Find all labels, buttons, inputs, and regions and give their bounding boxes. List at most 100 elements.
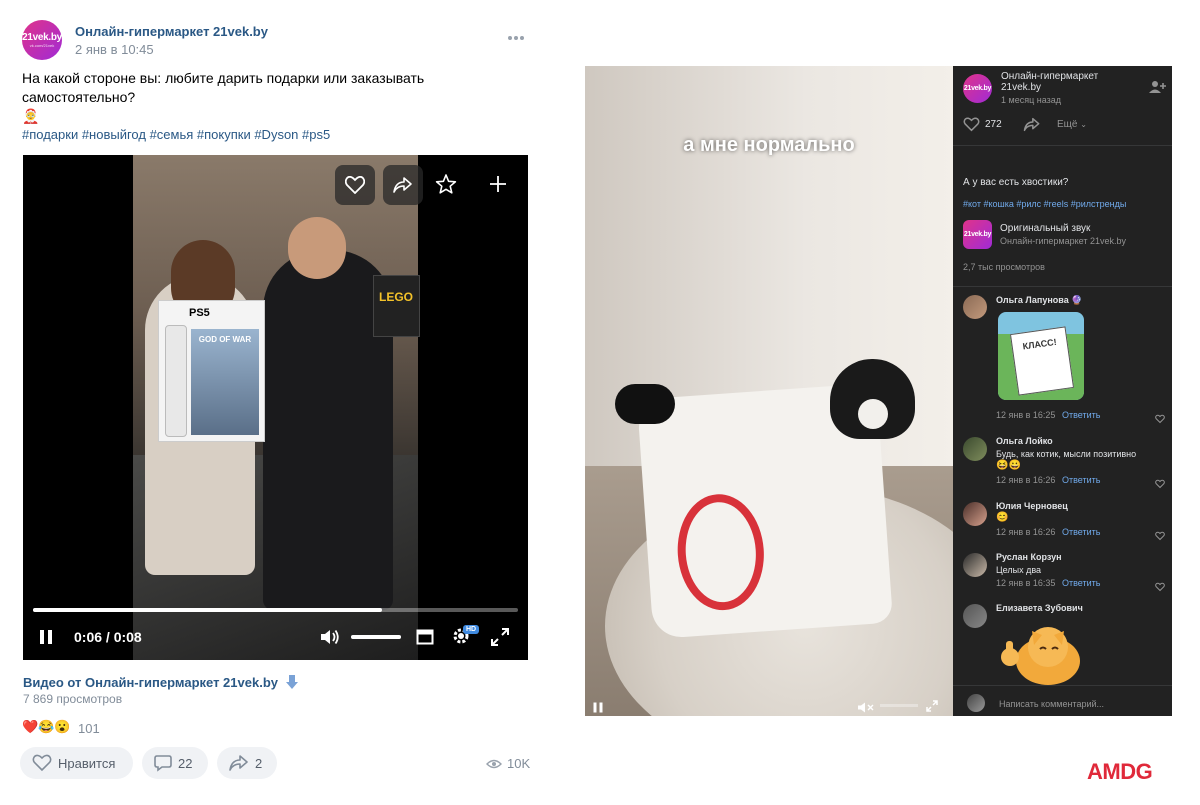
add-icon[interactable] xyxy=(487,173,511,197)
bag-logo xyxy=(673,491,768,614)
eye-icon xyxy=(486,759,502,768)
video-progress-fill xyxy=(33,608,383,612)
comment-author[interactable]: Елизавета Зубович xyxy=(996,603,1083,613)
sticker-klass: КЛАСС! xyxy=(998,312,1084,400)
video-views: 7 869 просмотров xyxy=(23,692,123,706)
post-date[interactable]: 2 янв в 10:45 xyxy=(75,42,154,57)
video-player[interactable]: PS5 GOD OF WAR LEGO 0:06 / 0:08 HD xyxy=(23,155,528,660)
like-button[interactable]: Нравится xyxy=(20,747,133,779)
post-author[interactable]: Онлайн-гипермаркет 21vek.by xyxy=(75,24,268,39)
reply-link[interactable]: Ответить xyxy=(1062,475,1100,485)
comments-count: 22 xyxy=(178,755,193,771)
ps5-box-brand: PS5 xyxy=(189,307,210,319)
heart-icon[interactable] xyxy=(1155,528,1165,546)
comment-button[interactable]: 22 xyxy=(142,747,208,779)
sound-author[interactable]: Онлайн-гипермаркет 21vek.by xyxy=(1000,236,1126,246)
video-progress-track[interactable] xyxy=(33,608,518,612)
comment-date: 12 янв в 16:35 xyxy=(996,578,1056,588)
post-text: На какой стороне вы: любите дарить подар… xyxy=(22,69,532,126)
reel-tags[interactable]: #кот #кошка #рилс #reels #рилстренды xyxy=(963,199,1126,209)
shares-count: 2 xyxy=(255,755,263,771)
avatar[interactable] xyxy=(963,553,987,577)
post-tags[interactable]: #подарки #новыйгод #семья #покупки #Dyso… xyxy=(22,127,330,142)
miniplayer-icon[interactable] xyxy=(416,628,434,651)
chevron-down-icon: ⌄ xyxy=(1080,120,1087,129)
reactions-count[interactable]: 101 xyxy=(78,721,100,736)
reel-author[interactable]: Онлайн-гипермаркет 21vek.by xyxy=(1001,71,1111,93)
reply-link[interactable]: Ответить xyxy=(1062,527,1100,537)
comment-author[interactable]: Юлия Черновец xyxy=(996,501,1068,511)
reel-volume-slider[interactable] xyxy=(880,704,918,707)
sound-title[interactable]: Оригинальный звук xyxy=(1000,223,1090,234)
heart-icon[interactable] xyxy=(1155,476,1165,494)
reel-like-button[interactable]: 272 xyxy=(963,117,1002,132)
avatar[interactable] xyxy=(963,437,987,461)
star-icon[interactable] xyxy=(435,173,459,197)
avatar-sub: vk.com/21vek xyxy=(29,42,55,48)
store-sign-text: LEGO xyxy=(379,290,414,304)
avatar[interactable] xyxy=(963,502,987,526)
reel-video[interactable]: а мне нормально xyxy=(585,66,953,716)
download-arrow-icon[interactable] xyxy=(285,674,299,690)
hd-badge: HD xyxy=(463,625,480,634)
like-video-button[interactable] xyxy=(335,165,375,205)
comment-icon xyxy=(154,755,172,772)
fullscreen-icon[interactable] xyxy=(491,628,509,651)
more-horizontal-icon[interactable] xyxy=(506,30,526,40)
reel-likes: 272 xyxy=(985,119,1002,130)
reel-time-ago: 1 месяц назад xyxy=(1001,95,1061,105)
heart-icon[interactable] xyxy=(1155,579,1165,597)
divider xyxy=(953,145,1172,146)
comment-author[interactable]: Ольга Лапунова 🔮 xyxy=(996,295,1082,306)
comment-date: 12 янв в 16:26 xyxy=(996,527,1056,537)
author-avatar[interactable]: 21vek.by vk.com/21vek xyxy=(22,20,62,60)
reel-sidebar: 21vek.by Онлайн-гипермаркет 21vek.by 1 м… xyxy=(953,66,1172,716)
sound-avatar-brand: 21vek.by xyxy=(963,230,992,238)
reactions-emoji[interactable]: ❤️😂😮 xyxy=(22,719,71,735)
ps5-console xyxy=(165,325,187,437)
avatar[interactable] xyxy=(963,295,987,319)
heart-icon[interactable] xyxy=(1155,411,1165,429)
comment-input[interactable]: Написать комментарий... xyxy=(999,699,1104,709)
reel-caption-overlay: а мне нормально xyxy=(683,134,855,156)
reel-fullscreen-icon[interactable] xyxy=(926,699,938,716)
amdg-logo: AMDG xyxy=(1087,759,1153,784)
ps5-box-art: GOD OF WAR xyxy=(191,329,259,435)
cat-face-white xyxy=(858,399,888,429)
share-button[interactable]: 2 xyxy=(217,747,277,779)
mute-icon[interactable] xyxy=(857,700,875,716)
comment-author[interactable]: Руслан Корзун xyxy=(996,552,1062,562)
heart-icon xyxy=(963,117,980,132)
views-counter: 10K xyxy=(486,756,530,771)
author-badge: 🔮 xyxy=(1071,295,1083,305)
heart-icon xyxy=(32,754,52,772)
avatar[interactable] xyxy=(963,604,987,628)
post-emoji: 🤶 xyxy=(22,108,40,124)
reel-more-button[interactable]: Ещё ⌄ xyxy=(1057,119,1087,130)
sticker-paper: КЛАСС! xyxy=(1009,326,1075,396)
views-short: 10K xyxy=(507,756,531,771)
comment-author[interactable]: Ольга Лойко xyxy=(996,436,1053,446)
video-title[interactable]: Видео от Онлайн-гипермаркет 21vek.by xyxy=(23,674,299,690)
ps5-box-title: GOD OF WAR xyxy=(198,335,252,344)
add-friend-icon[interactable] xyxy=(1149,80,1167,99)
volume-icon[interactable] xyxy=(319,628,341,651)
reel-share-icon[interactable] xyxy=(1023,117,1041,137)
sticker-cat xyxy=(998,621,1086,687)
man-head xyxy=(288,217,346,279)
ps5-box: PS5 GOD OF WAR xyxy=(158,300,265,442)
reply-link[interactable]: Ответить xyxy=(1062,578,1100,588)
reel-more-label: Ещё xyxy=(1057,119,1078,130)
pause-icon[interactable] xyxy=(39,629,53,650)
video-time: 0:06 / 0:08 xyxy=(74,629,142,645)
comment-date: 12 янв в 16:25 xyxy=(996,410,1056,420)
volume-slider[interactable] xyxy=(351,635,401,639)
reply-link[interactable]: Ответить xyxy=(1062,410,1100,420)
sound-avatar[interactable]: 21vek.by xyxy=(963,220,992,249)
comment-text: Будь, как котик, мысли позитивно xyxy=(996,449,1137,459)
reel-pause-icon[interactable] xyxy=(593,700,603,716)
video-title-text: Видео от Онлайн-гипермаркет 21vek.by xyxy=(23,675,278,690)
cat-tail xyxy=(615,384,675,424)
reel-author-avatar[interactable]: 21vek.by xyxy=(963,74,992,103)
share-video-button[interactable] xyxy=(383,165,423,205)
